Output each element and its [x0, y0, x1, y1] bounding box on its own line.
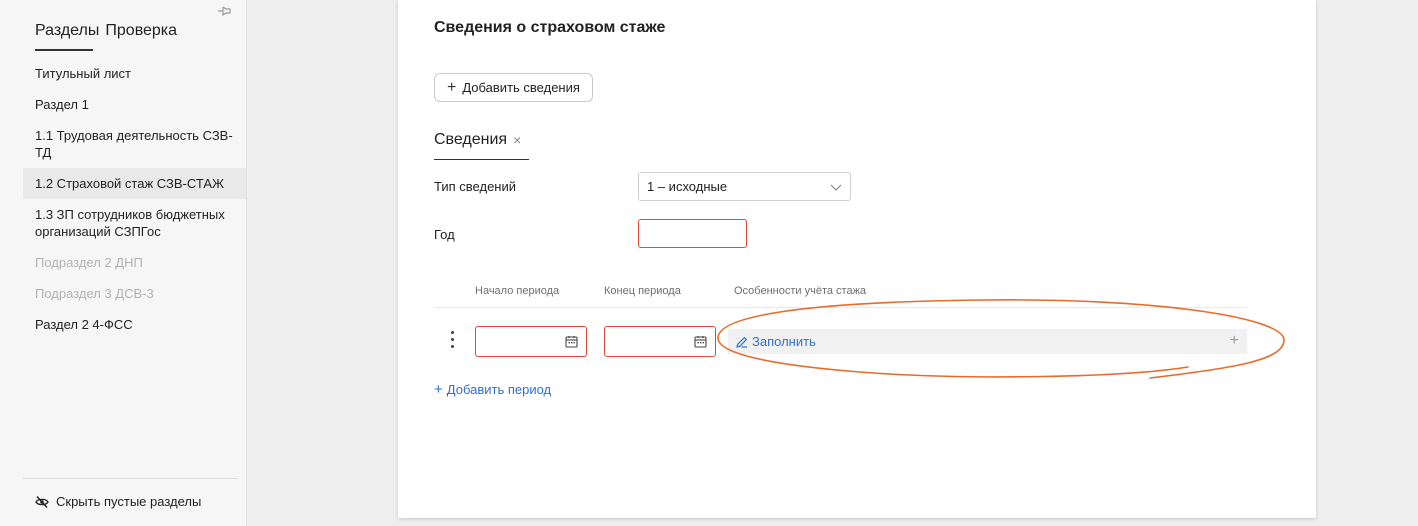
plus-icon: + — [434, 381, 443, 398]
calendar-icon[interactable] — [565, 335, 578, 348]
year-label: Год — [434, 227, 455, 242]
period-end-input[interactable] — [609, 328, 689, 355]
type-select[interactable]: 1 – исходные — [638, 172, 851, 201]
sidebar-tabs: Разделы Проверка — [35, 20, 177, 52]
page-title: Сведения о страховом стаже — [434, 19, 666, 36]
sidebar-item-section-1[interactable]: Раздел 1 — [23, 89, 246, 120]
row-menu-icon[interactable] — [449, 331, 455, 351]
type-select-value: 1 – исходные — [647, 179, 728, 194]
sidebar-item-szpgos[interactable]: 1.3 ЗП сотрудников бюджетных организаций… — [23, 199, 246, 247]
sidebar-item-szv-td[interactable]: 1.1 Трудовая деятельность СЗВ-ТД — [23, 120, 246, 168]
eye-off-icon — [35, 495, 49, 508]
active-tab-underline — [35, 49, 93, 51]
sidebar-divider — [23, 478, 238, 479]
sidebar-item-title-page[interactable]: Титульный лист — [23, 58, 246, 89]
sidebar-item-dsv-3: Подраздел 3 ДСВ-3 — [35, 286, 154, 301]
plus-icon[interactable]: + — [1230, 332, 1239, 350]
hide-empty-sections-button[interactable]: Скрыть пустые разделы — [35, 494, 201, 509]
add-info-button[interactable]: + Добавить сведения — [434, 73, 593, 102]
pin-icon[interactable] — [216, 3, 232, 19]
col-header-features: Особенности учёта стажа — [734, 285, 867, 297]
tab-validation[interactable]: Проверка — [105, 20, 177, 52]
experience-features-cell: Заполнить + — [728, 329, 1247, 354]
plus-icon: + — [447, 78, 457, 96]
tab-info[interactable]: Сведения × — [434, 131, 521, 149]
sidebar-item-4-fss[interactable]: Раздел 2 4-ФСС — [23, 309, 246, 340]
year-input[interactable] — [638, 219, 747, 248]
col-header-start: Начало периода — [475, 285, 560, 297]
col-header-end: Конец периода — [604, 285, 681, 297]
calendar-icon[interactable] — [694, 335, 707, 348]
chevron-down-icon — [830, 184, 842, 191]
fill-link[interactable]: Заполнить — [736, 334, 816, 349]
period-start-input[interactable] — [480, 328, 560, 355]
tab-info-label: Сведения — [434, 131, 508, 148]
close-icon[interactable]: × — [513, 132, 521, 148]
period-end-field[interactable] — [604, 326, 716, 357]
add-period-label: Добавить период — [446, 382, 552, 397]
add-info-label: Добавить сведения — [462, 80, 580, 95]
main-card: Сведения о страховом стаже + Добавить св… — [398, 0, 1316, 518]
tab-sections[interactable]: Разделы — [35, 20, 99, 52]
table-header-divider — [434, 307, 1247, 308]
sidebar-nav: Титульный лист Раздел 1 1.1 Трудовая дея… — [23, 58, 246, 340]
type-label: Тип сведений — [434, 179, 517, 194]
pencil-icon — [736, 336, 748, 348]
add-period-link[interactable]: + Добавить период — [434, 381, 551, 398]
sidebar: Разделы Проверка Титульный лист Раздел 1… — [0, 0, 247, 526]
period-start-field[interactable] — [475, 326, 587, 357]
fill-link-label: Заполнить — [752, 334, 816, 349]
sidebar-item-szv-stazh[interactable]: 1.2 Страховой стаж СЗВ-СТАЖ — [23, 168, 246, 199]
sidebar-item-dnp: Подраздел 2 ДНП — [35, 255, 143, 270]
tab-info-underline — [434, 159, 529, 160]
hide-empty-label: Скрыть пустые разделы — [56, 494, 202, 509]
